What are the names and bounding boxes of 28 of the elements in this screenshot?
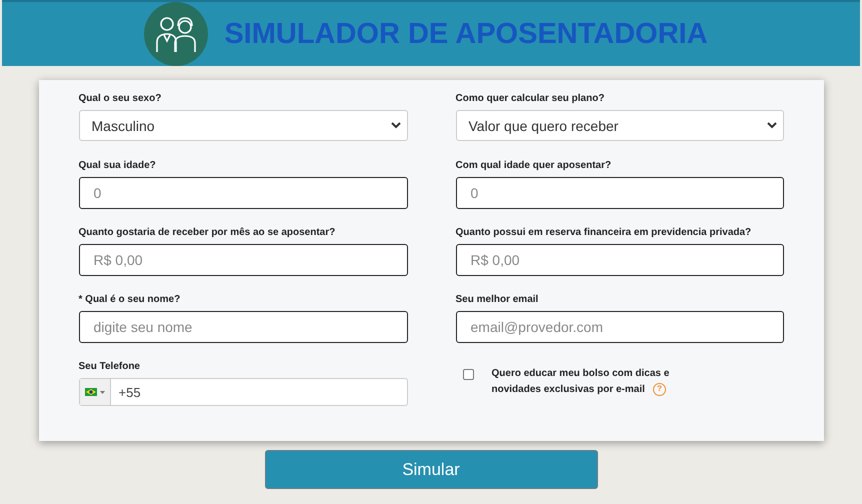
input-field[interactable]: digite seu nome	[78, 311, 408, 343]
input-field[interactable]: email@provedor.com	[456, 311, 784, 343]
field-label: Quanto possui em reserva financeira em previdencia privada?	[456, 226, 752, 240]
select-field[interactable]: Masculino	[78, 110, 408, 141]
input-field[interactable]: 0	[78, 177, 408, 209]
field-label: Qual sua idade?	[78, 159, 157, 173]
field-label: Qual o seu sexo?	[78, 92, 162, 106]
elderly-couple-icon	[144, 2, 208, 66]
page-title: SIMULADOR DE APOSENTADORIA	[224, 18, 708, 50]
caret-icon	[100, 390, 104, 394]
input-field[interactable]: 0	[456, 177, 784, 209]
input-field[interactable]: R$ 0,00	[78, 244, 408, 276]
flag-icon	[84, 388, 96, 396]
field-label: Como quer calcular seu plano?	[456, 92, 606, 106]
checkbox[interactable]	[462, 369, 474, 380]
field-label: Seu Telefone	[78, 360, 141, 374]
checkbox-label: Quero educar meu bolso com dicas e novidades exclusivas por e-mail ?	[492, 367, 670, 398]
field-label: Quanto gostaria de receber por mês ao se aposentar?	[78, 226, 336, 240]
field-label: Seu melhor email	[456, 293, 540, 307]
phone-value: +55	[118, 384, 141, 400]
simulate-button[interactable]: Simular	[264, 450, 598, 489]
field-label: Com qual idade quer aposentar?	[456, 159, 612, 173]
phone-field[interactable]: +55	[78, 378, 408, 406]
select-field[interactable]: Valor que quero receber	[456, 110, 784, 141]
input-field[interactable]: R$ 0,00	[456, 244, 784, 276]
chevron-down-icon	[390, 122, 400, 129]
field-label: * Qual é o seu nome?	[78, 293, 182, 307]
chevron-down-icon	[766, 122, 776, 129]
